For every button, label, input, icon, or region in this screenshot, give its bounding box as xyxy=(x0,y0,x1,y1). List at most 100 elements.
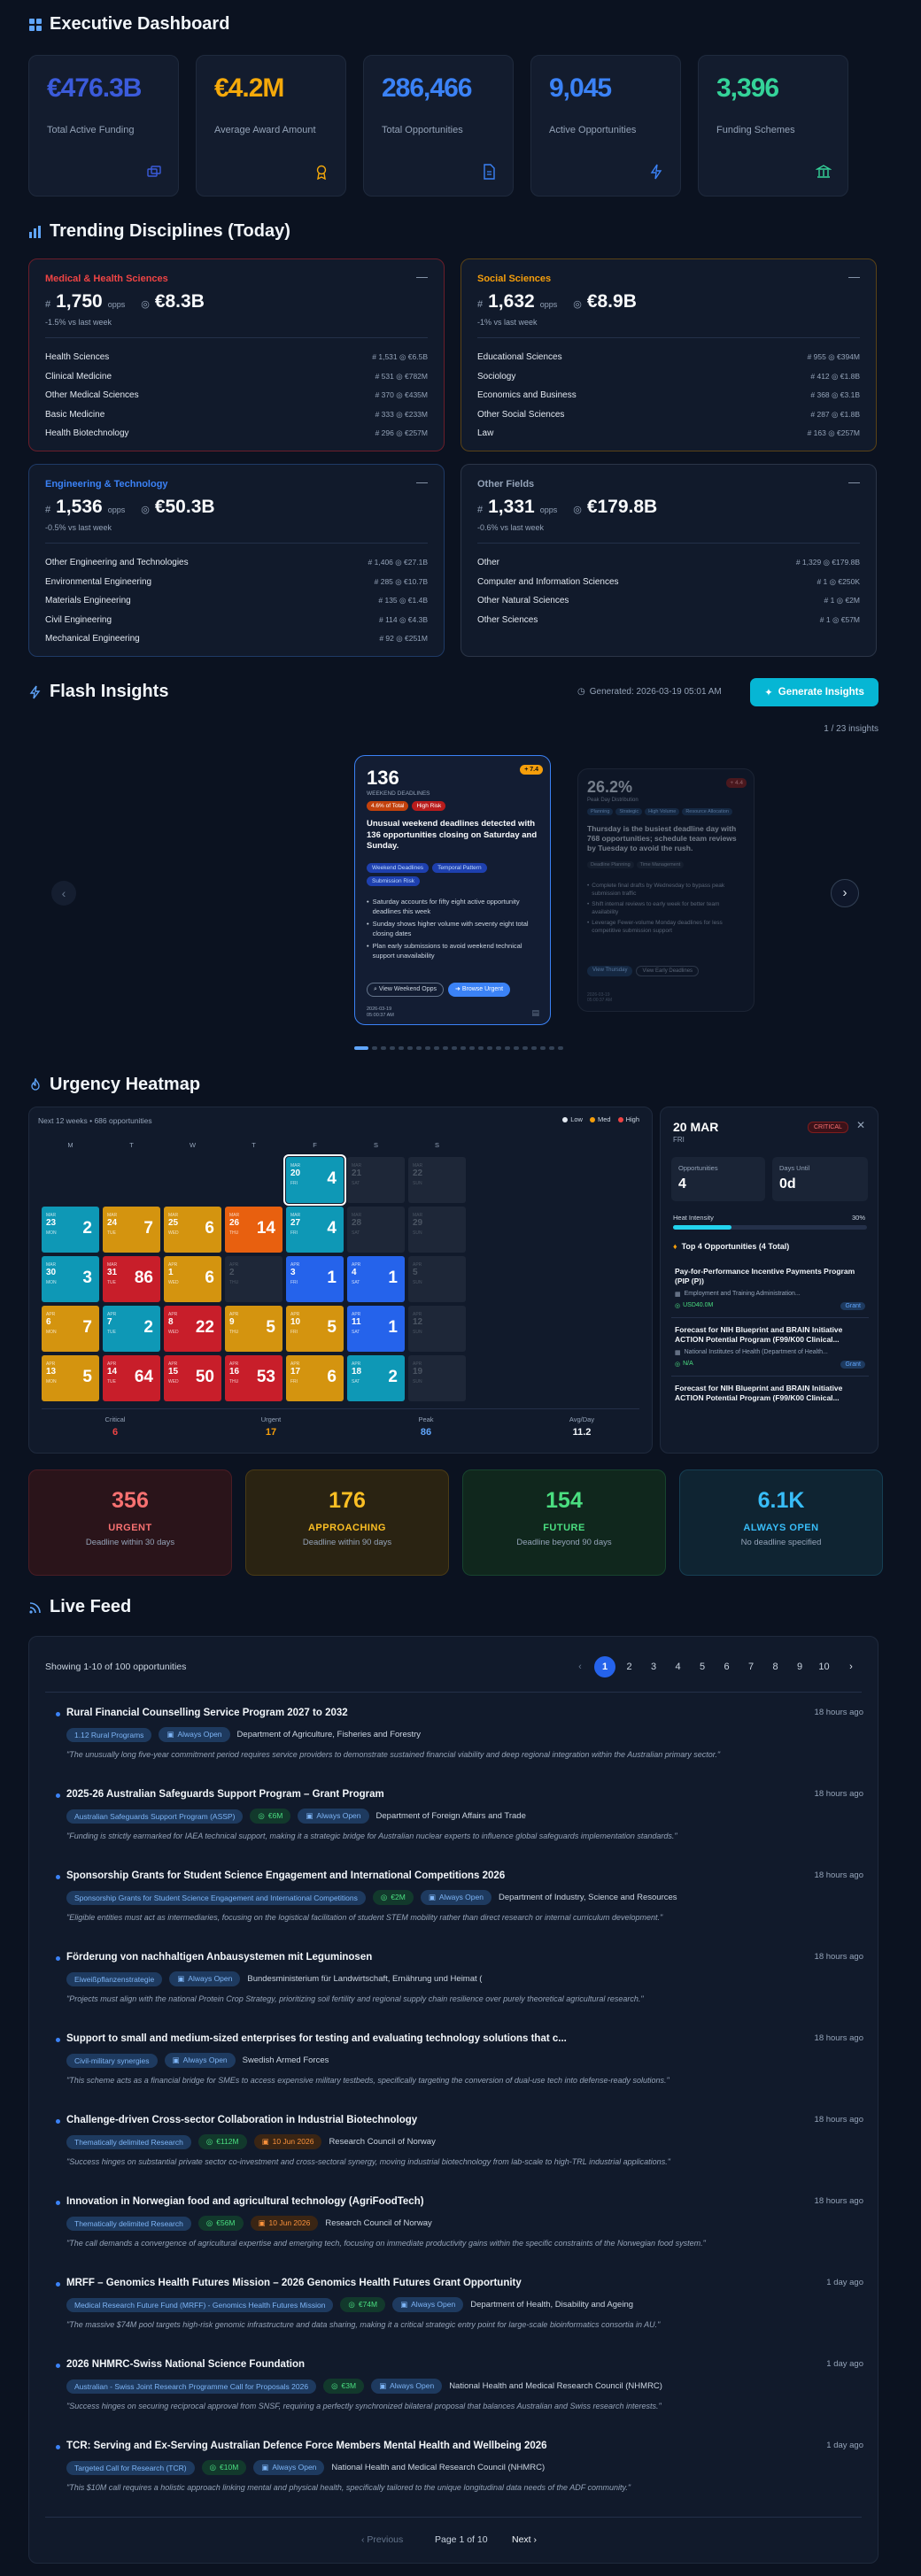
subfield-row[interactable]: Clinical Medicine # 531 ◎ €782M xyxy=(45,367,428,387)
collapse-icon[interactable]: — xyxy=(848,270,860,283)
carousel-dot[interactable] xyxy=(540,1046,546,1050)
heatmap-cell[interactable]: MAR 30 MON 3 xyxy=(42,1256,99,1302)
top-opportunity[interactable]: Forecast for NIH Blueprint and BRAIN Ini… xyxy=(671,1377,869,1410)
heatmap-cell[interactable]: MAR 21 SAT xyxy=(347,1157,405,1203)
heatmap-cell[interactable]: APR 18 SAT 2 xyxy=(347,1355,405,1401)
feed-item[interactable]: Challenge-driven Cross-sector Collaborat… xyxy=(56,2115,863,2166)
feed-item[interactable]: MRFF – Genomics Health Futures Mission –… xyxy=(56,2278,863,2329)
insight-card-next[interactable]: 26.2% + 4.4 Peak Day Distribution Planni… xyxy=(577,768,755,1012)
heatmap-cell[interactable]: APR 8 WED 22 xyxy=(164,1306,221,1352)
heatmap-cell[interactable]: MAR 31 TUE 86 xyxy=(103,1256,160,1302)
heatmap-cell[interactable]: APR 14 TUE 64 xyxy=(103,1355,160,1401)
collapse-icon[interactable]: — xyxy=(416,270,428,283)
page-button[interactable]: 2 xyxy=(619,1656,640,1677)
heatmap-cell[interactable]: APR 17 FRI 6 xyxy=(286,1355,344,1401)
subfield-row[interactable]: Other # 1,329 ◎ €179.8B xyxy=(477,553,860,573)
carousel-dot[interactable] xyxy=(390,1046,395,1050)
carousel-dot[interactable] xyxy=(372,1046,377,1050)
heatmap-cell[interactable]: MAR 27 FRI 4 xyxy=(286,1207,344,1253)
feed-item[interactable]: 2026 NHMRC-Swiss National Science Founda… xyxy=(56,2359,863,2410)
carousel-dot[interactable] xyxy=(399,1046,404,1050)
feed-item[interactable]: Rural Financial Counselling Service Prog… xyxy=(56,1708,863,1759)
page-button[interactable]: 5 xyxy=(692,1656,713,1677)
carousel-dot[interactable] xyxy=(478,1046,484,1050)
carousel-dot[interactable] xyxy=(434,1046,439,1050)
summary-card[interactable]: 6.1K ALWAYS OPEN No deadline specified xyxy=(679,1469,883,1576)
carousel-dot[interactable] xyxy=(496,1046,501,1050)
pager-next-icon[interactable]: › xyxy=(840,1656,862,1677)
carousel-dot[interactable] xyxy=(531,1046,537,1050)
feed-item[interactable]: Förderung von nachhaltigen Anbausystemen… xyxy=(56,1952,863,2003)
heatmap-cell[interactable]: APR 19 SUN xyxy=(408,1355,466,1401)
heatmap-cell[interactable]: MAR 23 MON 2 xyxy=(42,1207,99,1253)
heatmap-cell[interactable]: MAR 28 SAT xyxy=(347,1207,405,1253)
heatmap-cell[interactable]: APR 7 TUE 2 xyxy=(103,1306,160,1352)
subfield-row[interactable]: Law # 163 ◎ €257M xyxy=(477,424,860,443)
subfield-row[interactable]: Basic Medicine # 333 ◎ €233M xyxy=(45,405,428,425)
generate-insights-button[interactable]: ✦ Generate Insights xyxy=(750,678,878,706)
heatmap-cell[interactable]: MAR 20 FRI 4 xyxy=(283,1154,346,1206)
subfield-row[interactable]: Educational Sciences # 955 ◎ €394M xyxy=(477,348,860,367)
close-icon[interactable]: ✕ xyxy=(856,1119,865,1131)
heatmap-cell[interactable]: APR 2 THU xyxy=(225,1256,282,1302)
previous-page-button[interactable]: ‹ Previous xyxy=(361,2534,403,2545)
page-button[interactable]: 7 xyxy=(740,1656,762,1677)
top-opportunity[interactable]: Forecast for NIH Blueprint and BRAIN Ini… xyxy=(671,1318,869,1377)
heatmap-cell[interactable]: MAR 29 SUN xyxy=(408,1207,466,1253)
collapse-icon[interactable]: — xyxy=(848,475,860,489)
heatmap-cell[interactable]: APR 4 SAT 1 xyxy=(347,1256,405,1302)
feed-item[interactable]: Support to small and medium-sized enterp… xyxy=(56,2033,863,2085)
feed-item[interactable]: TCR: Serving and Ex-Serving Australian D… xyxy=(56,2441,863,2492)
summary-card[interactable]: 176 APPROACHING Deadline within 90 days xyxy=(245,1469,449,1576)
subfield-row[interactable]: Materials Engineering # 135 ◎ €1.4B xyxy=(45,591,428,611)
heatmap-cell[interactable]: APR 5 SUN xyxy=(408,1256,466,1302)
heatmap-cell[interactable]: APR 1 WED 6 xyxy=(164,1256,221,1302)
view-early-button[interactable]: View Early Deadlines xyxy=(636,966,700,976)
subfield-row[interactable]: Computer and Information Sciences # 1 ◎ €… xyxy=(477,573,860,592)
page-button[interactable]: 10 xyxy=(814,1656,835,1677)
heatmap-cell[interactable]: APR 11 SAT 1 xyxy=(347,1306,405,1352)
subfield-row[interactable]: Other Sciences # 1 ◎ €57M xyxy=(477,611,860,630)
carousel-dot[interactable] xyxy=(549,1046,554,1050)
carousel-dot[interactable] xyxy=(407,1046,413,1050)
subfield-row[interactable]: Other Natural Sciences # 1 ◎ €2M xyxy=(477,591,860,611)
heatmap-cell[interactable]: MAR 22 SUN xyxy=(408,1157,466,1203)
subfield-row[interactable]: Other Engineering and Technologies # 1,40… xyxy=(45,553,428,573)
heatmap-cell[interactable]: MAR 26 THU 14 xyxy=(225,1207,282,1253)
carousel-dot[interactable] xyxy=(443,1046,448,1050)
top-opportunity[interactable]: Pay-for-Performance Incentive Payments P… xyxy=(671,1260,869,1318)
subfield-row[interactable]: Other Social Sciences # 287 ◎ €1.8B xyxy=(477,405,860,425)
heatmap-cell[interactable]: APR 10 FRI 5 xyxy=(286,1306,344,1352)
carousel-dot[interactable] xyxy=(452,1046,457,1050)
heatmap-cell[interactable]: APR 13 MON 5 xyxy=(42,1355,99,1401)
carousel-dot[interactable] xyxy=(487,1046,492,1050)
feed-item[interactable]: 2025-26 Australian Safeguards Support Pr… xyxy=(56,1789,863,1840)
carousel-dot[interactable] xyxy=(354,1046,368,1050)
carousel-dot[interactable] xyxy=(425,1046,430,1050)
carousel-dot[interactable] xyxy=(505,1046,510,1050)
subfield-row[interactable]: Civil Engineering # 114 ◎ €4.3B xyxy=(45,611,428,630)
subfield-row[interactable]: Health Sciences # 1,531 ◎ €6.5B xyxy=(45,348,428,367)
heatmap-cell[interactable]: MAR 25 WED 6 xyxy=(164,1207,221,1253)
carousel-dot[interactable] xyxy=(558,1046,563,1050)
page-button[interactable]: 1 xyxy=(594,1656,615,1677)
subfield-row[interactable]: Health Biotechnology # 296 ◎ €257M xyxy=(45,424,428,443)
view-weekend-button[interactable]: ⌕ View Weekend Opps xyxy=(367,983,444,997)
prev-insight-button[interactable]: ‹ xyxy=(51,881,76,906)
next-page-button[interactable]: Next › xyxy=(512,2534,537,2545)
carousel-dot[interactable] xyxy=(522,1046,528,1050)
collapse-icon[interactable]: — xyxy=(416,475,428,489)
next-insight-button[interactable]: › xyxy=(831,879,859,907)
carousel-dot[interactable] xyxy=(514,1046,519,1050)
subfield-row[interactable]: Sociology # 412 ◎ €1.8B xyxy=(477,367,860,387)
view-thursday-button[interactable]: View Thursday xyxy=(587,966,633,976)
carousel-dot[interactable] xyxy=(381,1046,386,1050)
heatmap-cell[interactable]: APR 12 SUN xyxy=(408,1306,466,1352)
page-button[interactable]: 3 xyxy=(643,1656,664,1677)
subfield-row[interactable]: Other Medical Sciences # 370 ◎ €435M xyxy=(45,386,428,405)
feed-item[interactable]: Sponsorship Grants for Student Science E… xyxy=(56,1870,863,1922)
subfield-row[interactable]: Economics and Business # 368 ◎ €3.1B xyxy=(477,386,860,405)
summary-card[interactable]: 356 URGENT Deadline within 30 days xyxy=(28,1469,232,1576)
carousel-dot[interactable] xyxy=(469,1046,475,1050)
heatmap-cell[interactable]: APR 9 THU 5 xyxy=(225,1306,282,1352)
